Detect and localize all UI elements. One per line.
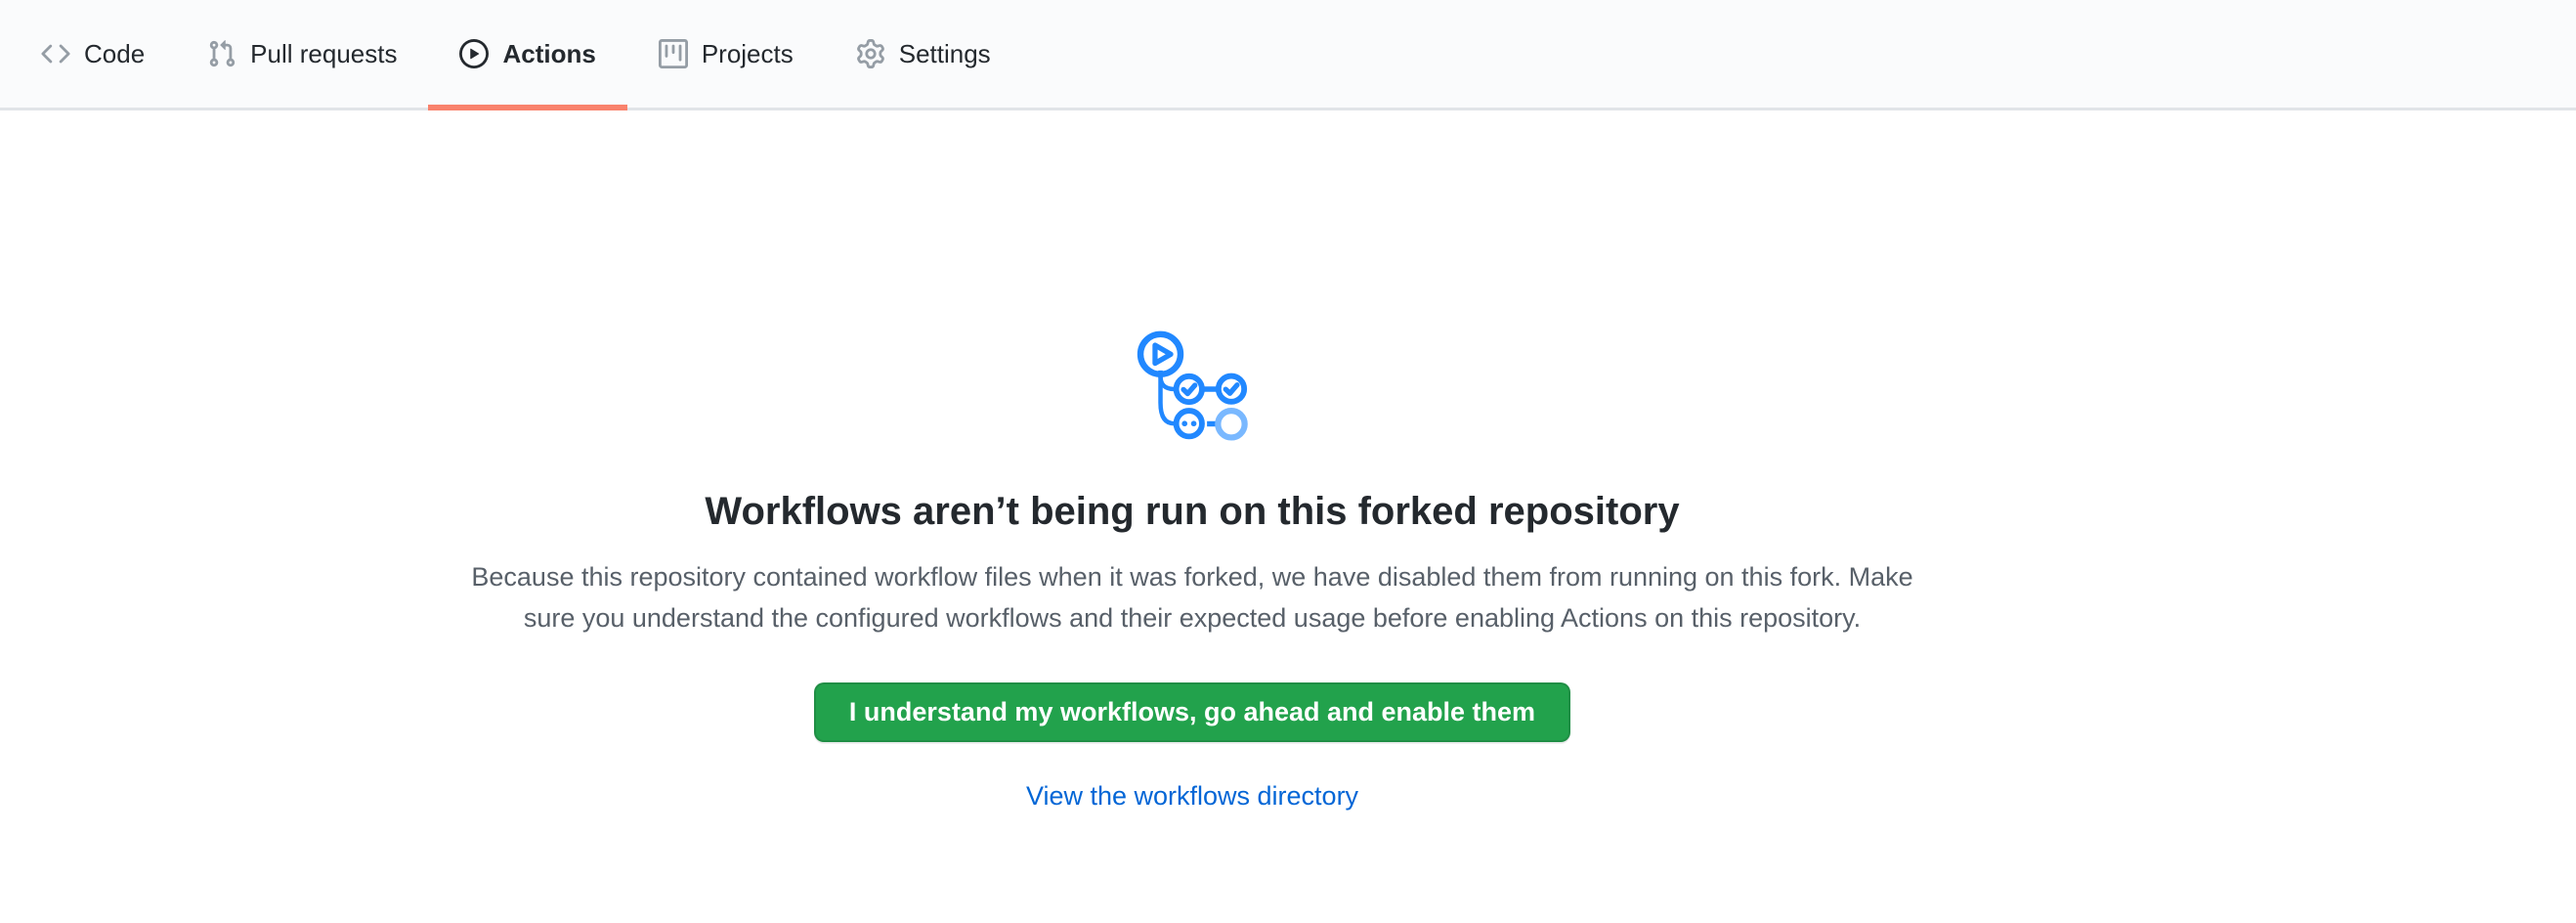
empty-state-title: Workflows aren’t being run on this forke… — [705, 487, 1679, 536]
tab-settings-label: Settings — [899, 41, 991, 66]
view-workflows-directory-link[interactable]: View the workflows directory — [1026, 780, 1358, 812]
tab-settings[interactable]: Settings — [825, 0, 1022, 108]
empty-state-description: Because this repository contained workfl… — [471, 556, 1912, 638]
tab-actions[interactable]: Actions — [428, 0, 626, 108]
tab-code-label: Code — [84, 41, 145, 66]
gear-icon — [856, 39, 885, 68]
workflow-graph-icon — [1136, 327, 1249, 443]
tab-projects-label: Projects — [702, 41, 794, 66]
tab-projects[interactable]: Projects — [627, 0, 825, 108]
enable-workflows-button[interactable]: I understand my workflows, go ahead and … — [814, 682, 1570, 742]
empty-state-description-line-2: sure you understand the configured workf… — [471, 597, 1912, 638]
actions-empty-state: Workflows aren’t being run on this forke… — [0, 110, 2384, 812]
tab-pull-requests-label: Pull requests — [250, 41, 397, 66]
code-icon — [41, 39, 70, 68]
tab-actions-label: Actions — [502, 41, 595, 66]
project-board-icon — [659, 39, 688, 68]
tab-code[interactable]: Code — [10, 0, 176, 108]
empty-state-description-line-1: Because this repository contained workfl… — [471, 556, 1912, 597]
play-circle-icon — [459, 39, 489, 68]
git-pull-request-icon — [207, 39, 236, 68]
tab-pull-requests[interactable]: Pull requests — [176, 0, 428, 108]
repo-tab-nav: Code Pull requests Actions Projects Sett… — [0, 0, 2576, 110]
